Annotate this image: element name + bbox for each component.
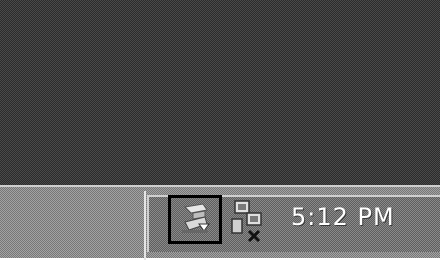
usb-safely-remove-icon[interactable] <box>179 202 213 236</box>
taskbar[interactable]: 5:12 PM <box>0 185 440 260</box>
network-disconnected-icon[interactable] <box>229 199 267 243</box>
system-tray: 5:12 PM <box>147 195 440 252</box>
taskbar-button-area <box>0 191 146 260</box>
desktop[interactable] <box>0 0 440 185</box>
taskbar-clock[interactable]: 5:12 PM <box>291 203 395 231</box>
